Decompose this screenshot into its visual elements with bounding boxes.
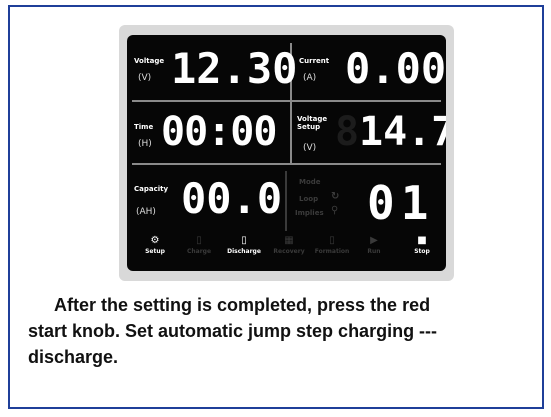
mode-label: Mode [299, 178, 321, 186]
battery-charge-icon: ▯ [196, 235, 202, 246]
divider-v2 [285, 171, 287, 231]
discharge-button[interactable]: ▯ Discharge [223, 235, 265, 255]
voltage-setup-label: Voltage Setup [297, 115, 328, 131]
time-readout: 00:00 [161, 109, 277, 155]
voltage-label: Voltage [134, 57, 165, 65]
voltage-unit: (V) [138, 73, 152, 83]
capacity-readout: 00.0 [181, 174, 283, 223]
recovery-button[interactable]: ▦ Recovery [269, 235, 309, 255]
battery-discharge-icon: ▯ [241, 235, 247, 246]
formation-icon: ▯ [329, 235, 335, 246]
voltage-setup-ghost-digit: 8 [335, 109, 360, 155]
caption-line-1: After the setting is completed, press th… [54, 295, 431, 315]
capacity-unit: (AH) [136, 207, 156, 217]
run-button-label: Run [367, 248, 381, 255]
formation-button-label: Formation [314, 248, 350, 255]
voltage-setup-readout: 14.7 [359, 109, 446, 155]
instruction-caption: After the setting is completed, press th… [28, 292, 528, 370]
stop-icon: ■ [417, 235, 427, 246]
recovery-icon: ▦ [284, 235, 294, 246]
run-button[interactable]: ▶ Run [359, 235, 389, 255]
step-readout: 01 [367, 176, 435, 230]
search-icon: ⚲ [331, 205, 339, 216]
current-readout: 0.00 [345, 44, 446, 93]
capacity-label: Capacity [134, 185, 169, 193]
implies-label: Implies [295, 209, 324, 217]
time-label: Time [134, 123, 154, 131]
play-icon: ▶ [370, 235, 378, 246]
current-label: Current [299, 57, 330, 65]
charge-button-label: Charge [186, 248, 212, 255]
stop-button-label: Stop [414, 248, 430, 255]
loop-icon: ↻ [331, 191, 340, 202]
lcd-screen: Voltage (V) 12.30 Current (A) 0.00 Time … [127, 35, 446, 271]
time-unit: (H) [138, 139, 152, 149]
divider-h2 [132, 163, 441, 165]
recovery-button-label: Recovery [273, 248, 305, 255]
setup-button-label: Setup [145, 248, 165, 255]
loop-label: Loop [299, 195, 319, 203]
discharge-button-label: Discharge [227, 248, 261, 255]
gear-icon: ⚙ [150, 235, 160, 246]
divider-h1 [132, 100, 441, 102]
setup-button[interactable]: ⚙ Setup [137, 235, 173, 255]
voltage-readout: 12.30 [171, 44, 298, 93]
caption-line-3: discharge. [28, 347, 119, 367]
formation-button[interactable]: ▯ Formation [311, 235, 353, 255]
charge-button[interactable]: ▯ Charge [181, 235, 217, 255]
stop-button[interactable]: ■ Stop [407, 235, 437, 255]
caption-line-2: start knob. Set automatic jump step char… [28, 321, 438, 341]
voltage-setup-unit: (V) [303, 143, 317, 153]
current-unit: (A) [303, 73, 317, 83]
